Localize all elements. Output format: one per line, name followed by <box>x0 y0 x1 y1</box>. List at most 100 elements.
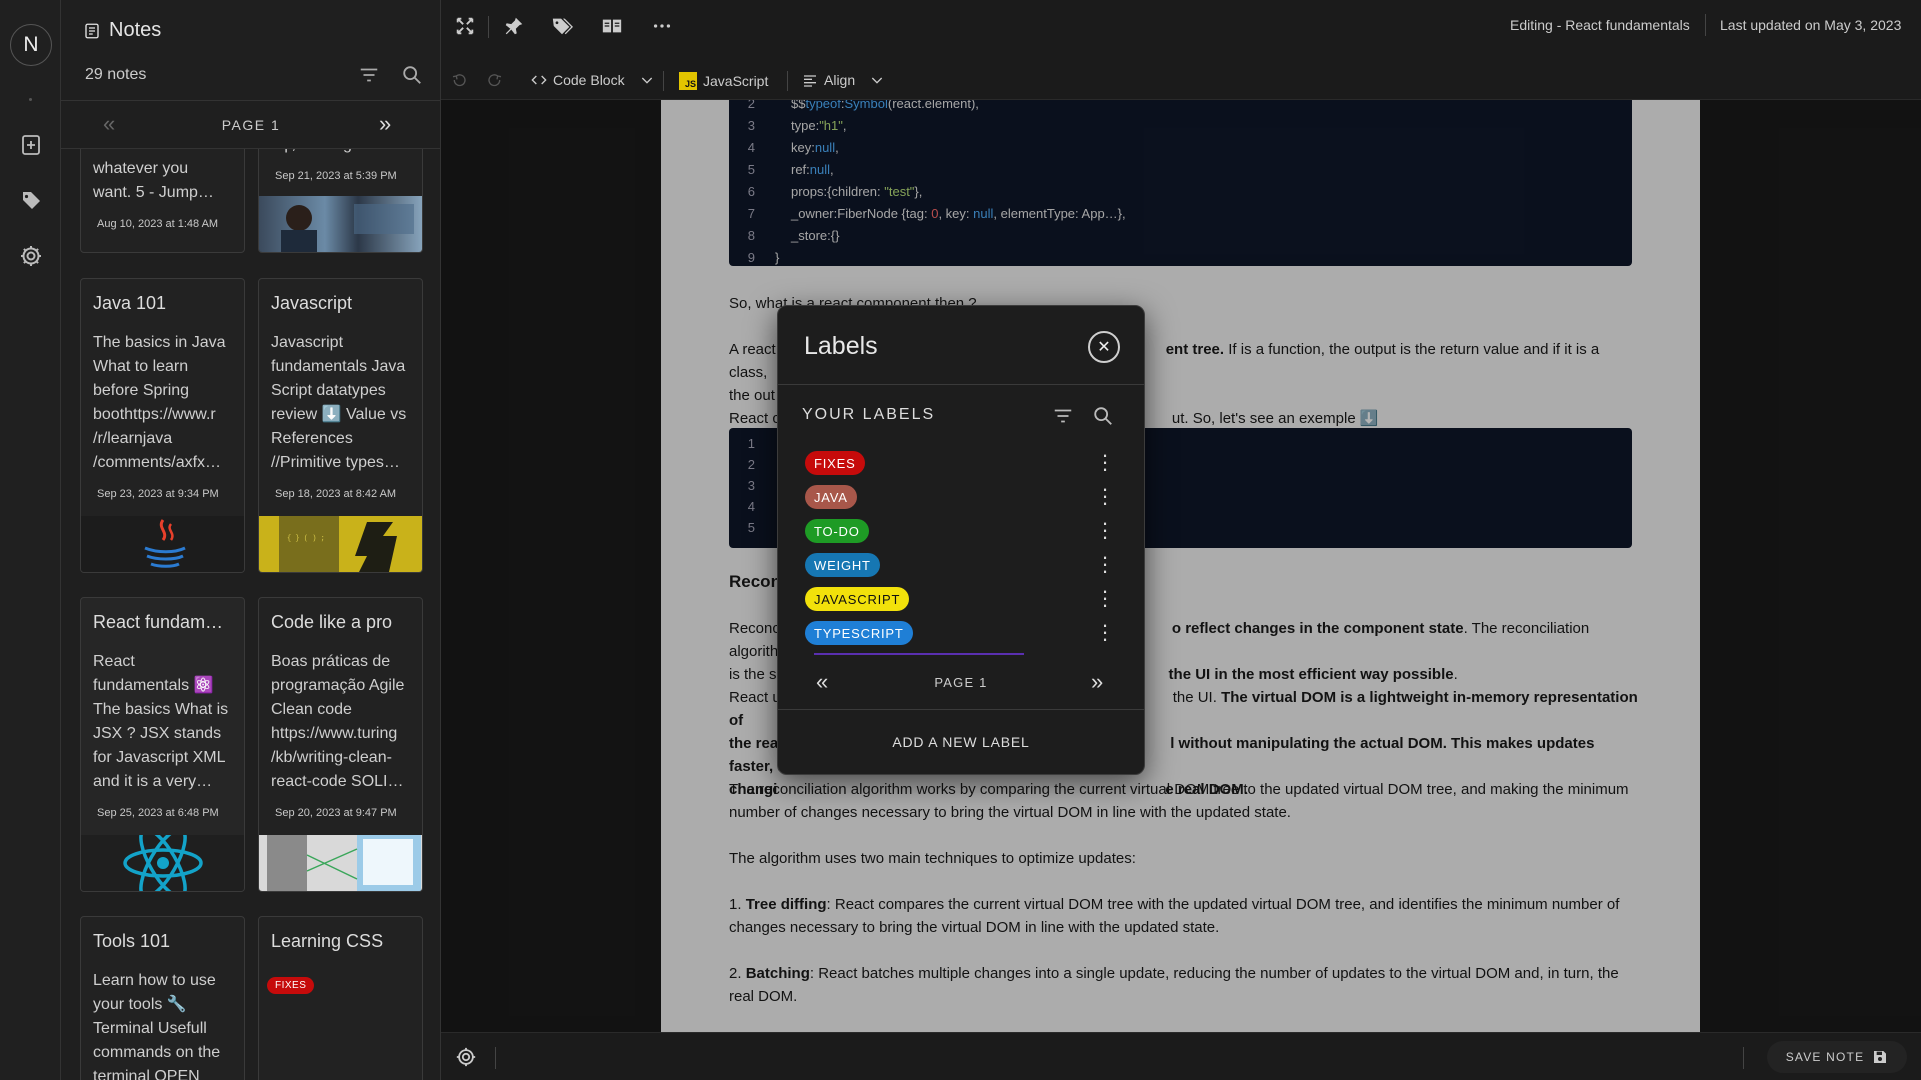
label-pill[interactable]: TO-DO <box>805 519 869 543</box>
label-row[interactable]: JAVA · · · <box>805 478 1115 514</box>
modal-title: Labels <box>804 332 878 360</box>
fullscreen-icon[interactable] <box>454 15 476 37</box>
next-page-button[interactable]: » <box>1091 669 1103 695</box>
note-card[interactable]: Java 101 The basics in Java What to lear… <box>80 278 245 573</box>
avatar[interactable]: N <box>10 24 52 66</box>
labels-subtitle: YOUR LABELS <box>802 406 936 423</box>
label-pill[interactable]: TYPESCRIPT <box>805 621 913 645</box>
close-icon: ✕ <box>1097 339 1111 356</box>
label-pill[interactable]: FIXES <box>805 451 865 475</box>
save-note-button[interactable]: SAVE NOTE <box>1767 1041 1907 1073</box>
note-card-body: React fundamentals ⚛️ The basics What is… <box>93 653 229 790</box>
language-selector[interactable]: JS JavaScript <box>679 72 768 90</box>
kebab-menu-icon[interactable]: · · · <box>1095 546 1115 582</box>
label-row[interactable]: JAVASCRIPT · · · <box>805 580 1115 616</box>
chevron-down-icon <box>872 77 883 84</box>
chevron-down-icon <box>641 77 652 84</box>
kebab-menu-icon[interactable]: · · · <box>1095 478 1115 514</box>
note-card-title: Tools 101 <box>93 931 171 951</box>
align-label: Align <box>824 72 856 88</box>
labels-icon[interactable] <box>19 188 43 212</box>
js-logo-thumbnail: { } ( ) ; <box>259 516 422 572</box>
divider <box>778 384 1144 385</box>
note-card-active[interactable]: React fundam… React fundamentals ⚛️ The … <box>80 597 245 892</box>
next-page-button[interactable]: » <box>379 111 391 137</box>
align-dropdown[interactable]: Align <box>802 72 885 88</box>
notes-icon <box>85 23 99 38</box>
note-card-body: Learn how to use your tools 🔧 Terminal U… <box>93 972 221 1080</box>
note-card-title: Learning CSS <box>271 931 384 951</box>
tag-icon[interactable] <box>551 15 573 37</box>
java-logo-thumbnail <box>81 516 244 572</box>
search-icon[interactable] <box>1092 405 1114 427</box>
note-card-body: Javascript fundamentals Java Script data… <box>271 334 407 471</box>
label-pill[interactable]: WEIGHT <box>805 553 880 577</box>
divider <box>1743 1047 1744 1069</box>
kebab-menu-icon[interactable]: · · · <box>1095 444 1115 480</box>
format-toolbar: Code Block JS JavaScript Align <box>441 62 1921 100</box>
kebab-menu-icon[interactable]: · · · <box>1095 512 1115 548</box>
save-icon <box>1874 1051 1887 1063</box>
divider <box>663 71 664 91</box>
note-card-date: Sep 18, 2023 at 8:42 AM <box>275 488 397 500</box>
notes-header: Notes 29 notes <box>61 0 440 101</box>
label-row[interactable]: FIXES · · · <box>805 444 1115 480</box>
notes-title: Notes <box>83 19 161 42</box>
divider <box>488 16 489 38</box>
top-bar: Editing - React fundamentals Last update… <box>441 0 1921 52</box>
note-card-date: Sep 25, 2023 at 6:48 PM <box>97 807 219 819</box>
react-logo-thumbnail <box>81 827 244 891</box>
notes-pager: « PAGE 1 » <box>61 101 440 149</box>
notes-count: 29 notes <box>85 66 147 83</box>
language-label: JavaScript <box>703 73 769 89</box>
label-pill[interactable]: JAVA <box>805 485 857 509</box>
align-icon <box>804 75 816 87</box>
kebab-menu-icon[interactable]: · · · <box>1095 580 1115 616</box>
settings-icon[interactable] <box>19 244 43 268</box>
labels-modal: Labels ✕ YOUR LABELS FIXES · · · JAVA · · · TO-D… <box>777 305 1145 775</box>
code-block-dropdown[interactable]: Code Block <box>531 72 655 88</box>
note-card-date: Sep 21, 2023 at 5:39 PM <box>275 170 397 182</box>
diagram-thumbnail <box>259 835 422 891</box>
divider <box>495 1047 496 1069</box>
code-icon <box>531 75 547 85</box>
rail-divider <box>29 98 32 101</box>
filter-icon[interactable] <box>1052 405 1074 427</box>
pin-icon[interactable] <box>503 15 525 37</box>
settings-gear-icon[interactable] <box>455 1046 477 1068</box>
filter-icon[interactable] <box>358 64 380 86</box>
undo-icon[interactable] <box>451 72 467 88</box>
close-button[interactable]: ✕ <box>1088 331 1120 363</box>
new-note-icon[interactable] <box>19 133 43 157</box>
labels-page-label: PAGE 1 <box>934 675 988 690</box>
more-icon[interactable] <box>651 15 673 37</box>
label-row[interactable]: WEIGHT · · · <box>805 546 1115 582</box>
add-label-button[interactable]: ADD A NEW LABEL <box>778 734 1144 750</box>
label-tag: FIXES <box>267 977 315 994</box>
js-badge-icon: JS <box>679 72 697 90</box>
note-card[interactable]: Code like a pro Boas práticas de program… <box>258 597 423 892</box>
note-card-title: Javascript <box>271 293 353 313</box>
search-icon[interactable] <box>401 64 423 86</box>
code-block-label: Code Block <box>553 72 625 88</box>
reader-icon[interactable] <box>601 15 623 37</box>
note-card-title: Code like a pro <box>271 612 393 632</box>
note-card-body: Boas práticas de programação Agile Clean… <box>271 653 405 790</box>
redo-icon[interactable] <box>487 72 503 88</box>
note-thumbnail <box>259 196 422 252</box>
notes-panel: Notes 29 notes « PAGE 1 » Tools 60 min t… <box>61 0 441 1080</box>
save-note-label: SAVE NOTE <box>1785 1050 1865 1064</box>
app-rail: N <box>0 0 61 1080</box>
note-card[interactable]: Learning CSS FIXES <box>258 916 423 1080</box>
kebab-menu-icon[interactable]: · · · <box>1095 614 1115 650</box>
note-card[interactable]: Tools 101 Learn how to use your tools 🔧 … <box>80 916 245 1080</box>
divider <box>787 71 788 91</box>
note-card-date: Aug 10, 2023 at 1:48 AM <box>97 218 219 230</box>
label-pill[interactable]: JAVASCRIPT <box>805 587 910 611</box>
note-card[interactable]: Javascript Javascript fundamentals Java … <box>258 278 423 573</box>
label-row[interactable]: TO-DO · · · <box>805 512 1115 548</box>
note-card-date: Sep 23, 2023 at 9:34 PM <box>97 488 219 500</box>
modal-backdrop[interactable] <box>441 100 1921 1032</box>
label-row[interactable]: TYPESCRIPT · · · <box>805 614 1115 650</box>
note-card-date: Sep 20, 2023 at 9:47 PM <box>275 807 397 819</box>
